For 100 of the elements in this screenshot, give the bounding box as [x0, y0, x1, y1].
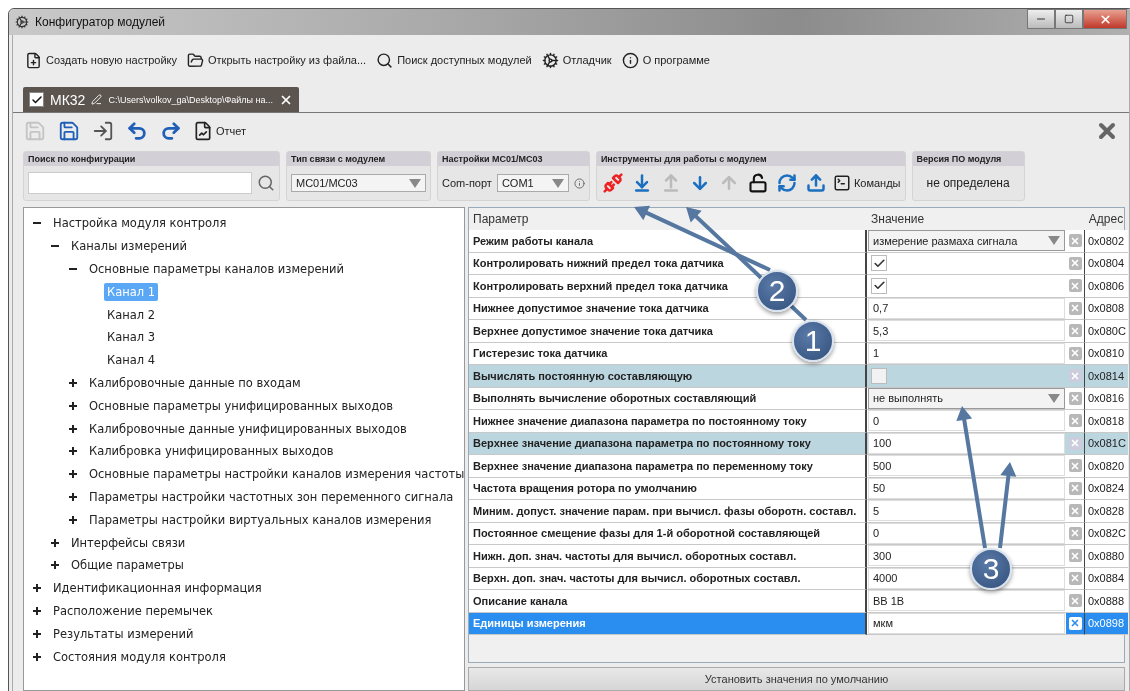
tree-item[interactable]: Параметры настройки частотных зон переменного сигнала: [86, 487, 457, 506]
expand-icon[interactable]: [68, 446, 78, 457]
minimize-button[interactable]: [1027, 9, 1055, 29]
tree-item[interactable]: Калибровка унифицированных выходов: [86, 442, 337, 461]
search-icon: [376, 51, 394, 69]
maximize-button[interactable]: [1055, 9, 1083, 29]
tree-item[interactable]: Основные параметры настройки каналов измерения частоты: [86, 465, 464, 484]
tree-item[interactable]: Параметры настройки виртуальных каналов измерения: [86, 510, 435, 529]
address-cell: 0x0810: [1084, 342, 1128, 365]
address-cell: 0x0888: [1084, 590, 1128, 613]
parameter-name: Постоянное смещение фазы для 1-й оборотной составляющей: [469, 522, 867, 545]
gear-icon: [541, 51, 559, 69]
tree-item[interactable]: Общие параметры: [68, 556, 187, 575]
group-title: Тип связи с модулем: [287, 152, 430, 166]
checkbox[interactable]: [29, 92, 44, 107]
value-field[interactable]: ВВ 1В: [868, 590, 1065, 612]
search-icon[interactable]: [257, 174, 275, 192]
menu-item[interactable]: Открыть настройку из файла...: [187, 51, 367, 69]
expand-icon[interactable]: [32, 605, 42, 616]
menu-item[interactable]: Отладчик: [541, 51, 612, 69]
close-button[interactable]: [1083, 9, 1127, 29]
port-label: Com-порт: [442, 177, 492, 189]
port-dropdown[interactable]: COM1: [496, 174, 569, 192]
value-field[interactable]: 500: [868, 455, 1065, 477]
tree-item[interactable]: Состояния модуля контроля: [50, 647, 229, 666]
address-cell: 0x0824: [1084, 477, 1128, 500]
address-cell: 0x0802: [1084, 230, 1128, 253]
tree-item[interactable]: Каналы измерений: [68, 237, 191, 256]
expand-icon[interactable]: [50, 537, 60, 548]
address-cell: 0x0806: [1084, 275, 1128, 298]
document-tab[interactable]: МК32 C:\Users\volkov_ga\Desktop\Файлы на...: [23, 87, 299, 112]
tree-item[interactable]: Канал 2: [104, 305, 159, 324]
expand-icon[interactable]: [32, 628, 42, 639]
value-field[interactable]: 0: [868, 410, 1065, 432]
value-field[interactable]: мкм: [868, 612, 1065, 634]
expand-icon[interactable]: [32, 651, 42, 662]
tree-item[interactable]: Канал 4: [104, 351, 159, 370]
value-field[interactable]: 5,3: [868, 320, 1065, 342]
tree-item[interactable]: Калибровочные данные по входам: [86, 373, 304, 392]
tree-item[interactable]: Основные параметры каналов измерений: [86, 260, 347, 278]
value-field[interactable]: 0,7: [868, 297, 1065, 319]
column-header: Адрес: [1087, 211, 1125, 228]
parameter-name: Нижнее значение диапазона параметра по постоянному току: [469, 410, 867, 433]
tree-item[interactable]: Интерфейсы связи: [68, 533, 189, 552]
save-icon[interactable]: [57, 119, 81, 143]
expand-icon[interactable]: [32, 583, 42, 594]
folder-icon: [187, 51, 204, 69]
clear-button[interactable]: [1068, 616, 1082, 630]
parameter-name: Выполнять вычисление оборотных составляющий: [469, 387, 867, 410]
file-path: C:\Users\volkov_ga\Desktop\Файлы на...: [108, 94, 273, 105]
expand-icon[interactable]: [68, 514, 78, 525]
value-dropdown[interactable]: измерение размаха сигнала: [868, 230, 1065, 252]
address-cell: 0x0880: [1084, 545, 1128, 568]
value-dropdown[interactable]: не выполнять: [868, 387, 1065, 409]
info-icon: [621, 51, 639, 69]
undo-icon[interactable]: [125, 119, 149, 143]
tree-item[interactable]: Результаты измерений: [50, 624, 197, 643]
connection-dropdown[interactable]: МС01/МС03: [291, 174, 426, 192]
parameter-name: Верхнее значение диапазона параметра по постоянному току: [469, 432, 867, 455]
menu-item[interactable]: Создать новую настройку: [25, 51, 177, 69]
tree-item[interactable]: Идентификационная информация: [50, 579, 265, 598]
commands-button[interactable]: Команды: [832, 174, 901, 192]
parameter-name: Верхнее значение диапазона параметра по переменному току: [469, 455, 867, 478]
checkbox[interactable]: [871, 367, 887, 384]
redo-icon[interactable]: [159, 119, 183, 143]
search-field[interactable]: [28, 172, 252, 194]
parameter-name: Частота вращения ротора по умолчанию: [469, 477, 867, 500]
tree-item[interactable]: Калибровочные данные унифицированных выходов: [86, 419, 410, 438]
unplug-icon[interactable]: [600, 171, 625, 195]
tree-item[interactable]: Основные параметры унифицированных выходов: [86, 396, 397, 415]
value-field[interactable]: 5: [868, 500, 1065, 522]
version-value: не определена: [925, 176, 1011, 190]
parameter-name: Единицы измерения: [469, 612, 867, 635]
report-icon: [193, 121, 213, 141]
parameter-name: Нижн. доп. знач. частоты для вычисл. оборотных составл.: [469, 545, 867, 568]
checkbox[interactable]: [871, 255, 887, 272]
expand-icon[interactable]: [68, 423, 78, 434]
tree-item[interactable]: Настройка модуля контроля: [50, 214, 230, 233]
tree-item[interactable]: Расположение перемычек: [50, 601, 216, 620]
menu-item[interactable]: Поиск доступных модулей: [376, 51, 532, 69]
group-title: Инструменты для работы с модулем: [596, 152, 905, 166]
info-icon[interactable]: [573, 177, 585, 189]
menu-item[interactable]: О программе: [621, 51, 710, 69]
gear-icon: [15, 15, 29, 29]
expand-icon[interactable]: [68, 400, 78, 411]
default-values-button[interactable]: Установить значения по умолчанию: [468, 667, 1125, 691]
column-header: Параметр: [472, 211, 530, 228]
report-button[interactable]: Отчет: [193, 121, 247, 141]
tree-item[interactable]: Канал 3: [104, 328, 159, 347]
expand-icon[interactable]: [68, 491, 78, 502]
export-icon[interactable]: [91, 119, 115, 143]
address-cell: 0x0814: [1084, 365, 1128, 388]
checkbox[interactable]: [871, 277, 887, 294]
expand-icon[interactable]: [50, 560, 60, 571]
parameter-name: Миним. допуст. значение парам. при вычисл. фазы оборотн. составл.: [469, 500, 867, 523]
value-field[interactable]: 1: [868, 342, 1065, 364]
expand-icon[interactable]: [68, 377, 78, 388]
address-cell: 0x0818: [1084, 410, 1128, 433]
address-cell: 0x0816: [1084, 387, 1128, 410]
expand-icon[interactable]: [68, 469, 78, 480]
